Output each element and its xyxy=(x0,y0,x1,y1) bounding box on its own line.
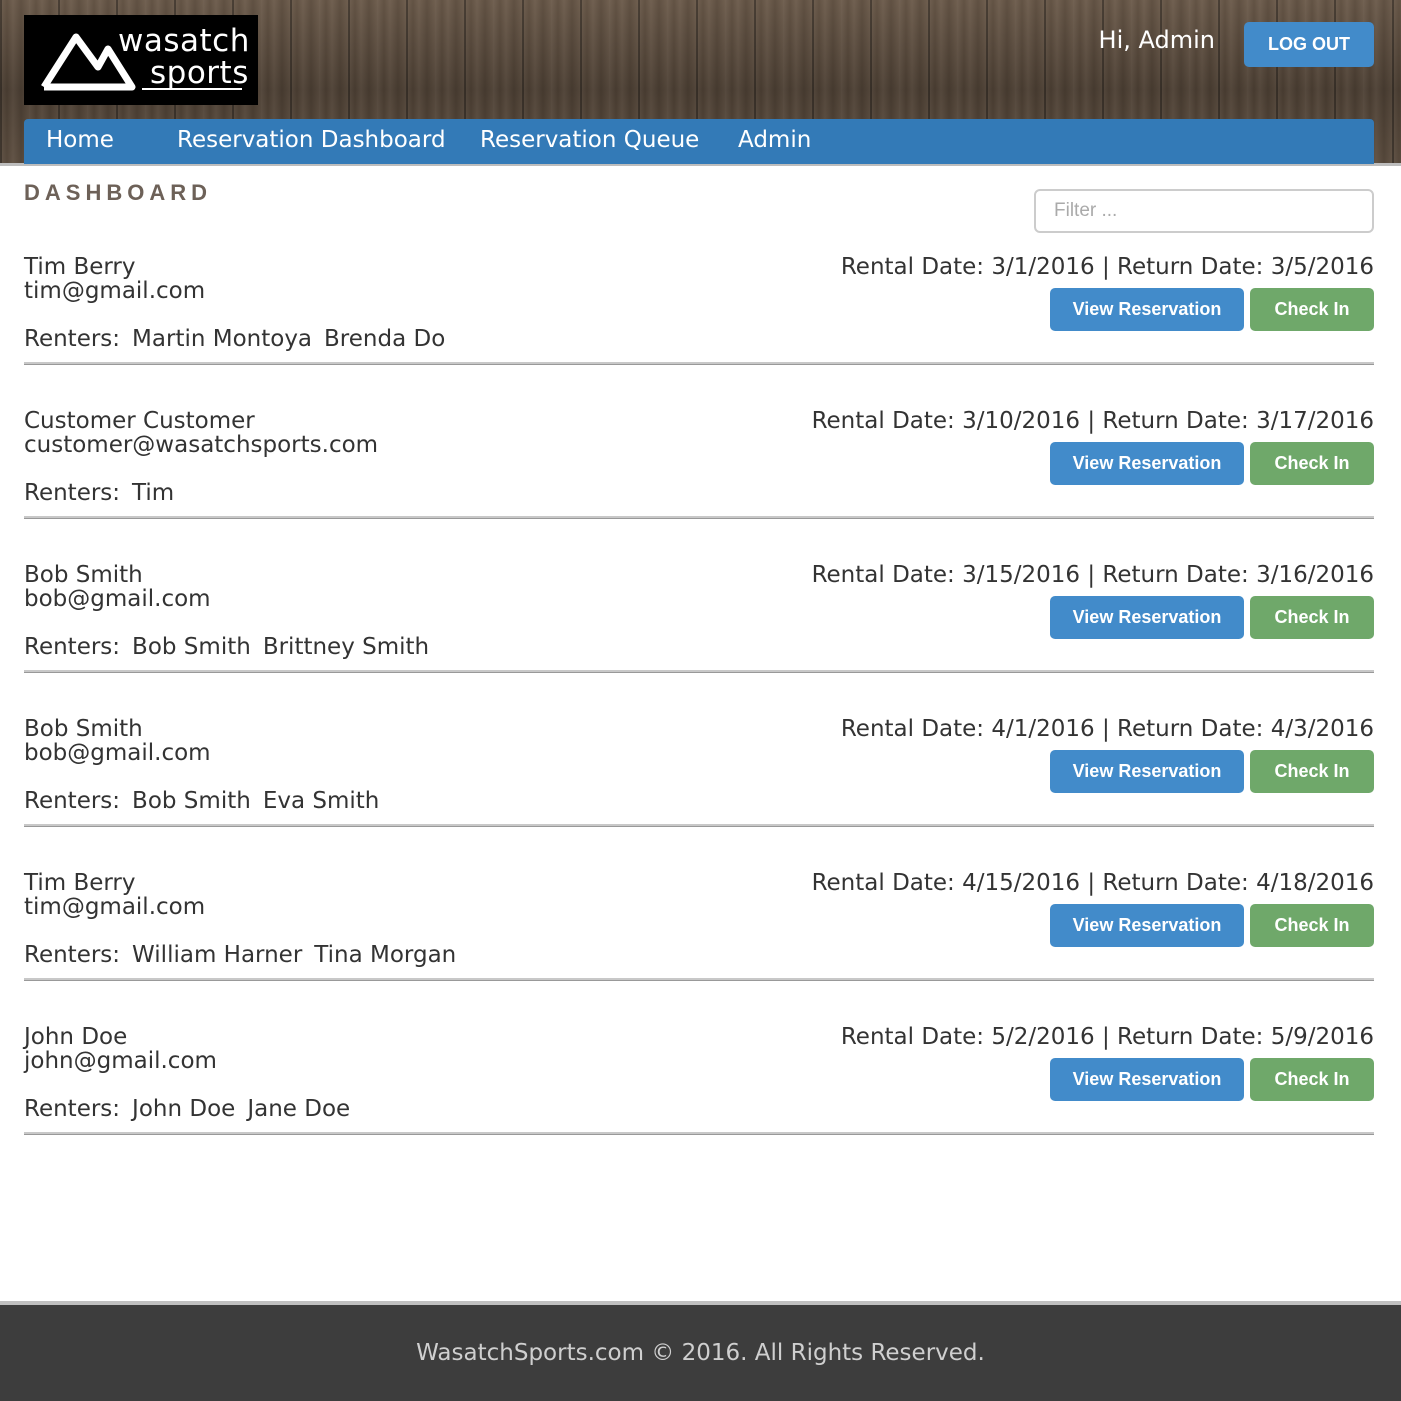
customer-email: john@gmail.com xyxy=(24,1048,217,1074)
renter-name: Tim xyxy=(132,480,175,506)
reservation-row: Tim Berry tim@gmail.com Renters: Martin Mon… xyxy=(24,254,1374,408)
row-divider xyxy=(24,516,1374,519)
check-in-button[interactable]: Check In xyxy=(1250,442,1374,485)
logo-text-wasatch: wasatch xyxy=(118,23,250,59)
customer-email: bob@gmail.com xyxy=(24,740,211,766)
check-in-button[interactable]: Check In xyxy=(1250,596,1374,639)
customer-email: customer@wasatchsports.com xyxy=(24,432,379,458)
renter-name: Tina Morgan xyxy=(314,942,457,968)
renter-name: William Harner xyxy=(132,942,303,968)
view-reservation-button[interactable]: View Reservation xyxy=(1050,442,1244,485)
row-divider xyxy=(24,978,1374,981)
view-reservation-button[interactable]: View Reservation xyxy=(1050,596,1244,639)
customer-name: Customer Customer xyxy=(24,408,255,434)
renters-list: Renters: William Harner Tina Morgan xyxy=(24,942,468,968)
renter-name: Bob Smith xyxy=(132,634,251,660)
renter-name: Brittney Smith xyxy=(262,634,430,660)
renters-list: Renters: Tim xyxy=(24,480,186,506)
rental-dates: Rental Date: 5/2/2016 | Return Date: 5/9… xyxy=(840,1024,1374,1050)
renters-label: Renters: xyxy=(24,942,121,968)
site-header: wasatch sports Hi, Admin LOG OUT Home Re… xyxy=(0,0,1401,166)
view-reservation-button[interactable]: View Reservation xyxy=(1050,1058,1244,1101)
renters-list: Renters: Bob Smith Eva Smith xyxy=(24,788,391,814)
customer-name: Bob Smith xyxy=(24,562,143,588)
renter-name: Bob Smith xyxy=(132,788,251,814)
logout-button[interactable]: LOG OUT xyxy=(1244,22,1374,67)
rental-dates: Rental Date: 3/15/2016 | Return Date: 3/… xyxy=(811,562,1374,588)
logo-text-sports: sports xyxy=(150,55,249,91)
customer-email: tim@gmail.com xyxy=(24,894,206,920)
renter-name: John Doe xyxy=(132,1096,236,1122)
customer-email: bob@gmail.com xyxy=(24,586,211,612)
renters-label: Renters: xyxy=(24,1096,121,1122)
customer-name: Tim Berry xyxy=(24,870,136,896)
renters-label: Renters: xyxy=(24,326,121,352)
row-divider xyxy=(24,824,1374,827)
rental-dates: Rental Date: 3/1/2016 | Return Date: 3/5… xyxy=(840,254,1374,280)
renters-list: Renters: Martin Montoya Brenda Do xyxy=(24,326,457,352)
row-divider xyxy=(24,362,1374,365)
renters-label: Renters: xyxy=(24,480,121,506)
renter-name: Jane Doe xyxy=(247,1096,351,1122)
customer-email: tim@gmail.com xyxy=(24,278,206,304)
check-in-button[interactable]: Check In xyxy=(1250,904,1374,947)
customer-name: Tim Berry xyxy=(24,254,136,280)
reservation-row: Bob Smith bob@gmail.com Renters: Bob Smith E… xyxy=(24,716,1374,870)
renter-name: Eva Smith xyxy=(262,788,380,814)
view-reservation-button[interactable]: View Reservation xyxy=(1050,904,1244,947)
customer-name: Bob Smith xyxy=(24,716,143,742)
renters-label: Renters: xyxy=(24,788,121,814)
reservation-row: Customer Customer customer@wasatchsports.… xyxy=(24,408,1374,562)
wasatch-sports-logo[interactable]: wasatch sports xyxy=(24,15,258,105)
check-in-button[interactable]: Check In xyxy=(1250,1058,1374,1101)
renters-list: Renters: Bob Smith Brittney Smith xyxy=(24,634,441,660)
filter-input[interactable] xyxy=(1034,189,1374,233)
nav-item-home[interactable]: Home xyxy=(46,127,114,153)
row-divider xyxy=(24,1132,1374,1135)
rental-dates: Rental Date: 4/15/2016 | Return Date: 4/… xyxy=(811,870,1374,896)
reservation-row: Tim Berry tim@gmail.com Renters: William Ha… xyxy=(24,870,1374,1024)
reservation-row: Bob Smith bob@gmail.com Renters: Bob Smith B… xyxy=(24,562,1374,716)
row-divider xyxy=(24,670,1374,673)
footer-copyright: WasatchSports.com © 2016. All Rights Res… xyxy=(416,1340,985,1366)
page-title: DASHBOARD xyxy=(24,180,212,205)
view-reservation-button[interactable]: View Reservation xyxy=(1050,750,1244,793)
renters-list: Renters: John Doe Jane Doe xyxy=(24,1096,362,1122)
nav-item-reservation-dashboard[interactable]: Reservation Dashboard xyxy=(177,127,446,153)
rental-dates: Rental Date: 4/1/2016 | Return Date: 4/3… xyxy=(840,716,1374,742)
view-reservation-button[interactable]: View Reservation xyxy=(1050,288,1244,331)
customer-name: John Doe xyxy=(24,1024,128,1050)
renter-name: Brenda Do xyxy=(324,326,446,352)
nav-item-admin[interactable]: Admin xyxy=(738,127,811,153)
user-greeting: Hi, Admin xyxy=(1098,26,1215,54)
renters-label: Renters: xyxy=(24,634,121,660)
site-footer: WasatchSports.com © 2016. All Rights Res… xyxy=(0,1301,1401,1401)
main-navbar: Home Reservation Dashboard Reservation Q… xyxy=(24,119,1374,164)
renter-name: Martin Montoya xyxy=(132,326,313,352)
check-in-button[interactable]: Check In xyxy=(1250,288,1374,331)
reservation-row: John Doe john@gmail.com Renters: John Doe Ja… xyxy=(24,1024,1374,1178)
check-in-button[interactable]: Check In xyxy=(1250,750,1374,793)
nav-item-reservation-queue[interactable]: Reservation Queue xyxy=(480,127,699,153)
rental-dates: Rental Date: 3/10/2016 | Return Date: 3/… xyxy=(811,408,1374,434)
